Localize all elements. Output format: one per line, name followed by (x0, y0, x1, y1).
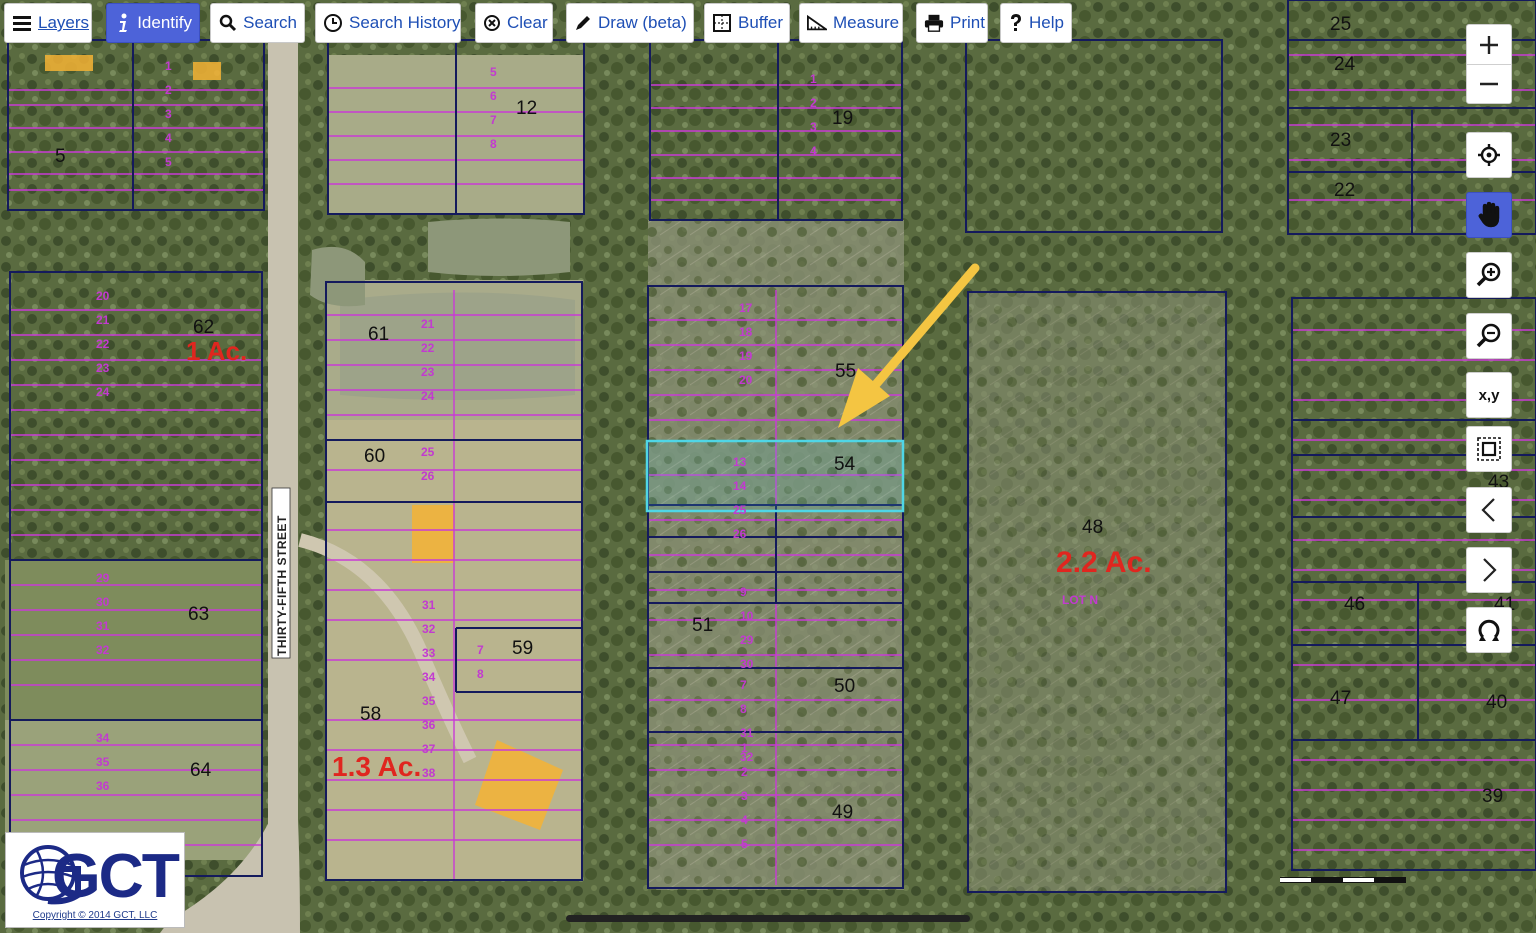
zoom-out-button[interactable] (1466, 64, 1512, 104)
search-label: Search (243, 13, 297, 32)
logo-mark: GCT (20, 842, 182, 911)
crosshair-icon (1478, 144, 1500, 166)
help-label: Help (1029, 13, 1064, 32)
printer-icon (924, 13, 944, 33)
search-history-label: Search History (349, 13, 461, 32)
clear-label: Clear (507, 13, 548, 32)
xy-coordinates-button[interactable]: x,y (1466, 372, 1512, 418)
building (45, 55, 93, 71)
copyright-link[interactable]: Copyright © 2014 GCT, LLC (6, 910, 184, 921)
hand-icon (1478, 201, 1500, 228)
building (193, 62, 221, 80)
plus-icon (1480, 35, 1498, 54)
building (412, 505, 454, 563)
locate-button[interactable] (1466, 132, 1512, 178)
pencil-icon (574, 13, 592, 33)
chevron-left-icon (1481, 498, 1495, 522)
parcel-map[interactable] (0, 0, 1536, 933)
search-icon (218, 13, 237, 33)
identify-label: Identify (137, 13, 192, 32)
print-label: Print (950, 13, 985, 32)
previous-extent-button[interactable] (1466, 487, 1512, 533)
next-extent-button[interactable] (1466, 547, 1512, 593)
clear-icon (483, 13, 501, 33)
chevron-right-icon (1483, 558, 1497, 582)
draw-label: Draw (beta) (598, 13, 687, 32)
selected-parcel-highlight[interactable] (645, 439, 905, 513)
buffer-label: Buffer (738, 13, 784, 32)
search-button[interactable]: Search (210, 3, 305, 43)
layers-label: Layers (38, 13, 90, 32)
zoom-out-icon (1476, 323, 1501, 348)
identify-button[interactable]: Identify (106, 3, 200, 43)
xy-label: x,y (1478, 386, 1500, 404)
measure-label: Measure (833, 13, 900, 32)
clock-icon (323, 13, 343, 33)
rotate-reset-button[interactable] (1466, 607, 1512, 653)
help-icon (1008, 13, 1023, 33)
clear-button[interactable]: Clear (475, 3, 553, 43)
zoom-box-in-button[interactable] (1466, 252, 1512, 298)
scale-bar (1280, 877, 1406, 883)
zoom-box-out-button[interactable] (1466, 313, 1512, 359)
print-button[interactable]: Print (916, 3, 988, 43)
pan-button[interactable] (1466, 192, 1512, 238)
menu-icon (12, 13, 32, 33)
logo-text: GCT (52, 842, 180, 911)
extent-icon (1477, 437, 1501, 461)
minus-icon (1480, 82, 1498, 86)
gct-logo: GCT Copyright © 2014 GCT, LLC (5, 832, 185, 928)
layers-button[interactable]: Layers (4, 3, 92, 43)
full-extent-button[interactable] (1466, 426, 1512, 472)
rotate-icon (1478, 619, 1500, 641)
measure-button[interactable]: Measure (799, 3, 903, 43)
zoom-in-icon (1476, 262, 1501, 287)
ruler-icon (807, 13, 827, 33)
help-button[interactable]: Help (1000, 3, 1072, 43)
search-history-button[interactable]: Search History (315, 3, 461, 43)
draw-button[interactable]: Draw (beta) (566, 3, 694, 43)
buffer-icon (712, 13, 732, 33)
home-indicator (566, 915, 970, 922)
zoom-in-button[interactable] (1466, 24, 1512, 64)
buffer-button[interactable]: Buffer (704, 3, 790, 43)
info-icon (114, 13, 131, 33)
